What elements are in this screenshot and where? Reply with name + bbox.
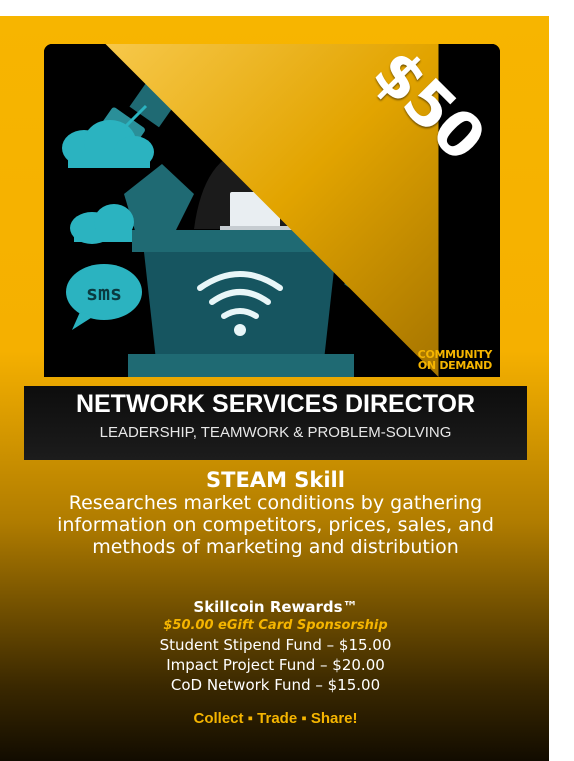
skill-heading: STEAM Skill (206, 468, 345, 492)
call-to-action: Collect ▪ Trade ▪ Share! (193, 710, 358, 727)
title-band: NETWORK SERVICES DIRECTOR LEADERSHIP, TE… (24, 386, 527, 460)
fund-item: Student Stipend Fund – $15.00 (159, 636, 392, 654)
fund-item: Impact Project Fund – $20.00 (166, 656, 385, 674)
hero-illustration: sms $50 COMMUNITY ON DEMAND (44, 44, 500, 377)
rewards-sponsorship: $50.00 eGift Card Sponsorship (163, 618, 388, 633)
skill-description: Researches market conditions by gatherin… (57, 492, 494, 558)
fund-item: CoD Network Fund – $15.00 (170, 676, 381, 694)
rewards-section: Skillcoin Rewards™ $50.00 eGift Card Spo… (24, 597, 527, 695)
logo-line-2: ON DEMAND (417, 359, 492, 372)
job-subtitle: LEADERSHIP, TEAMWORK & PROBLEM-SOLVING (99, 424, 452, 441)
rewards-heading: Skillcoin Rewards™ (193, 598, 358, 616)
skill-section: STEAM Skill Researches market conditions… (24, 468, 527, 558)
job-title: NETWORK SERVICES DIRECTOR (75, 390, 476, 418)
community-on-demand-logo: COMMUNITY ON DEMAND (417, 349, 493, 372)
